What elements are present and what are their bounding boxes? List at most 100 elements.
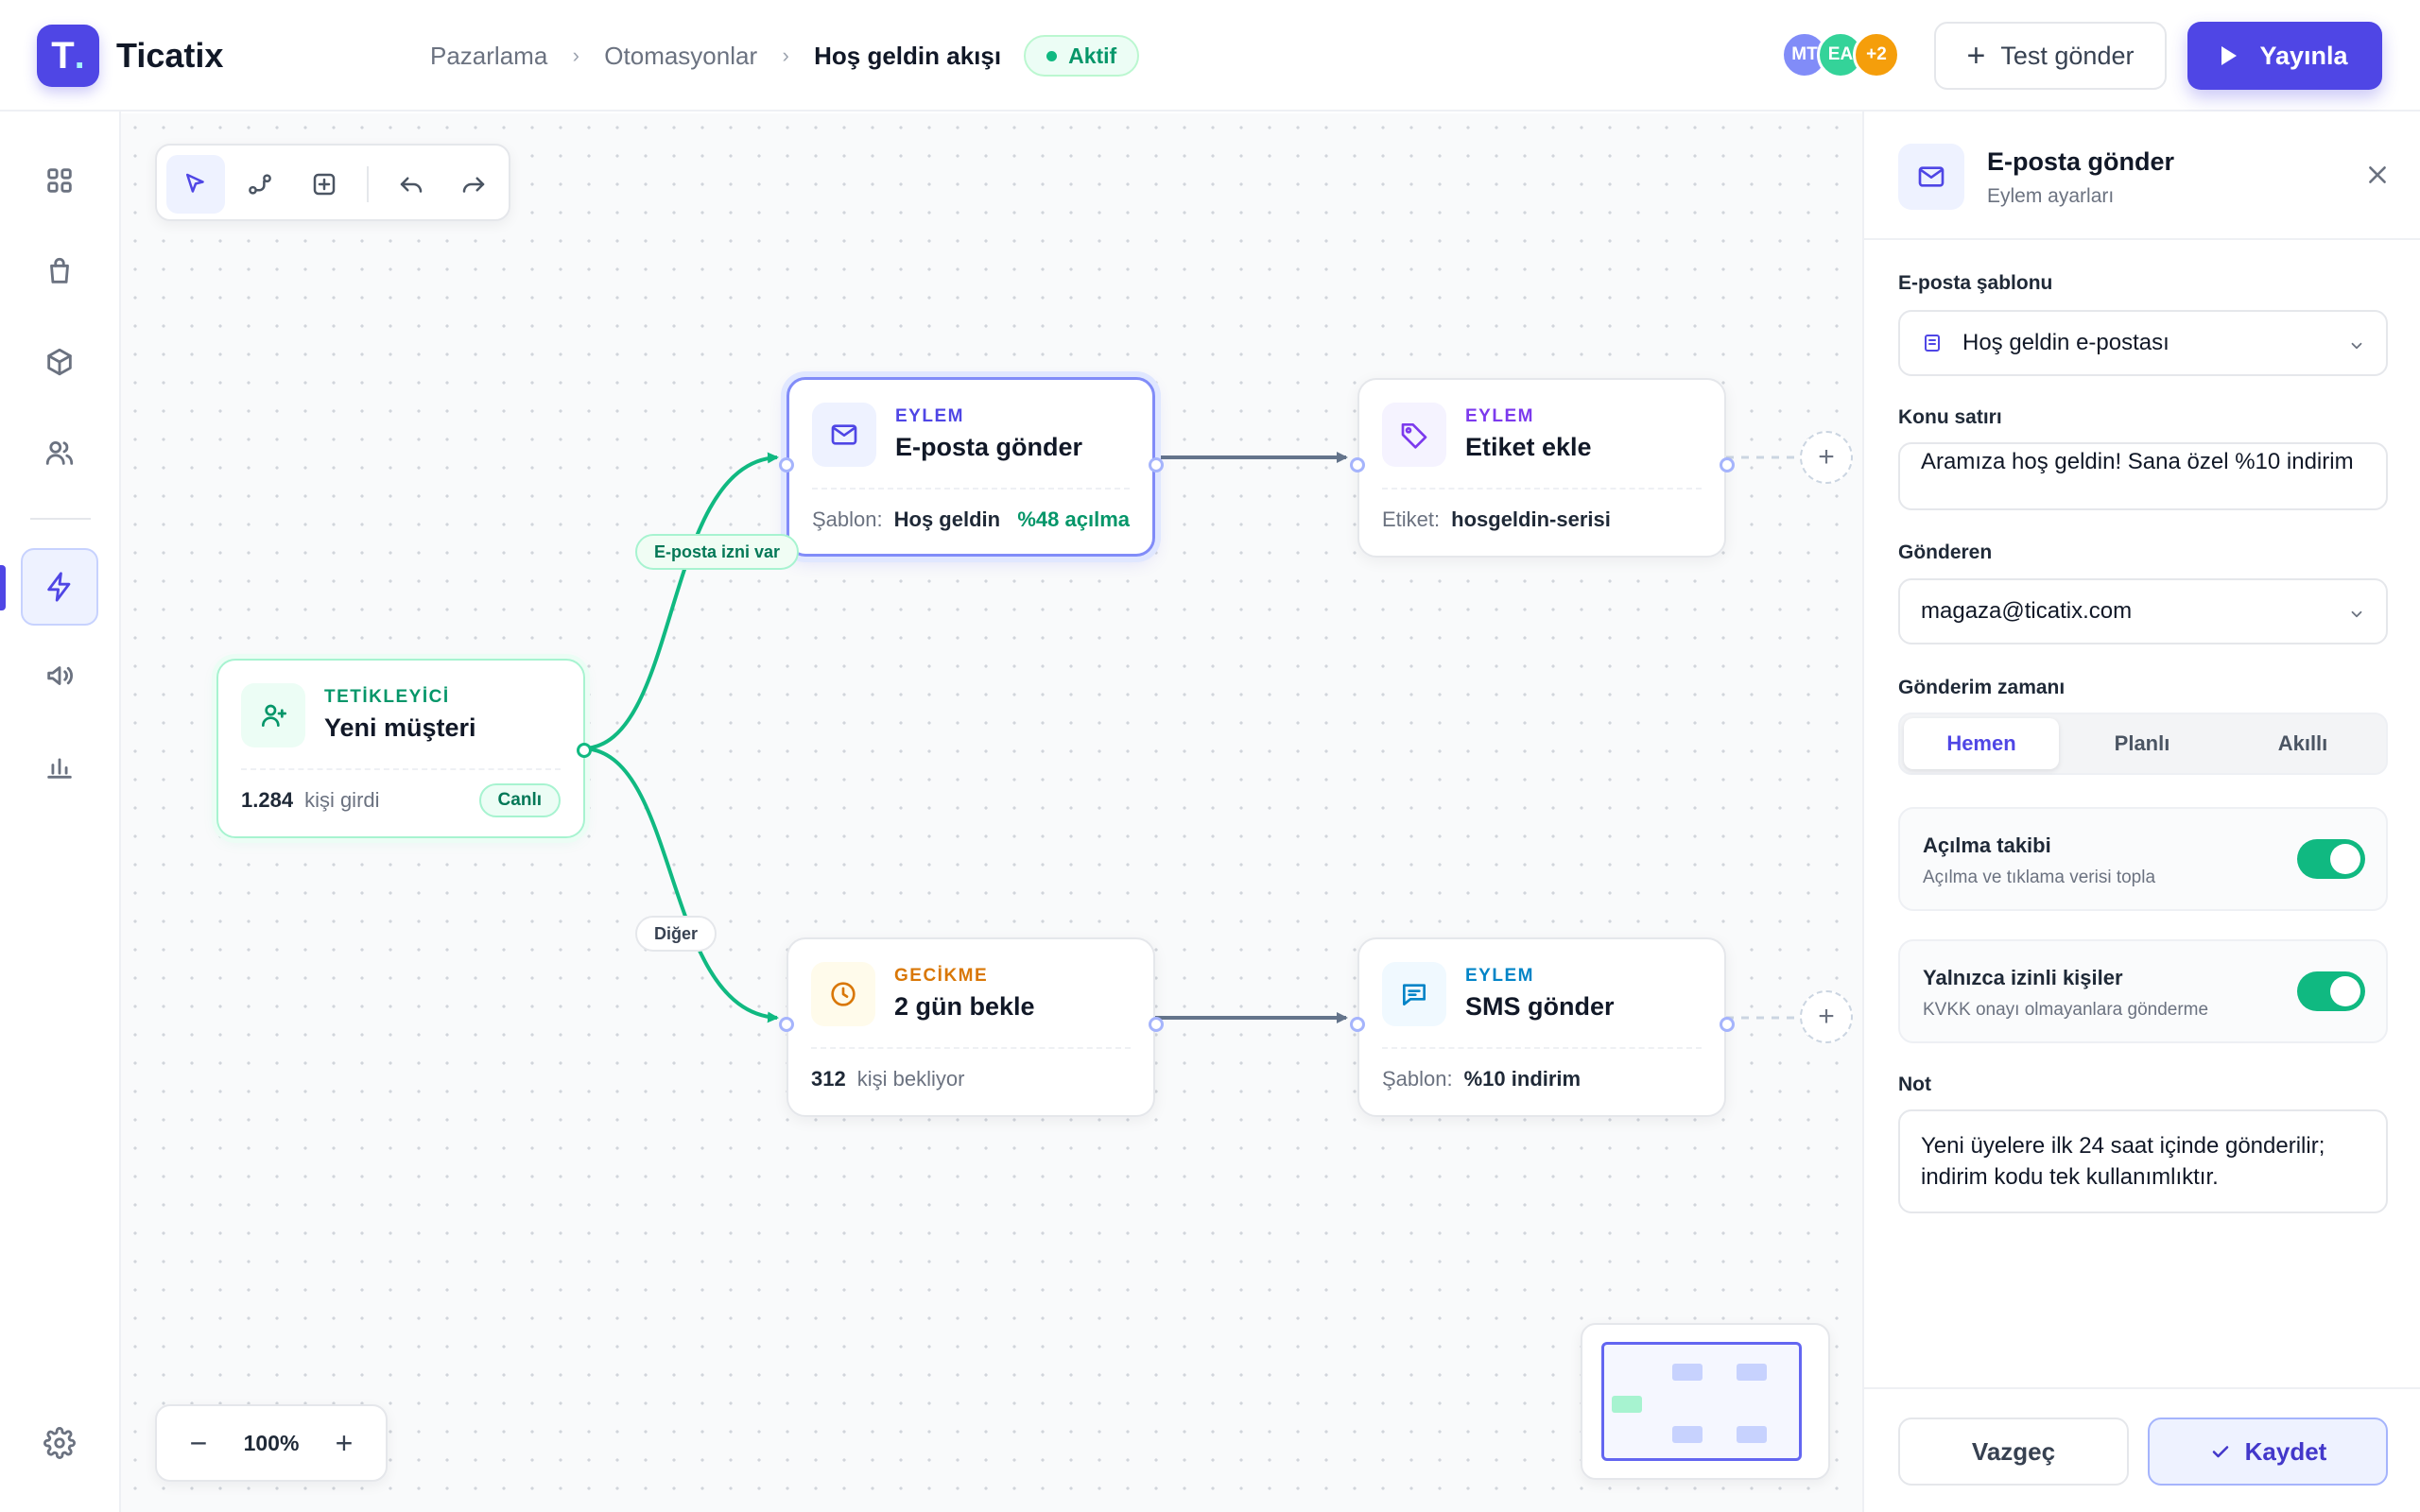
tag-action-node[interactable]: EYLEM Etiket ekle Etiket: hosgeldin-seri…	[1350, 378, 1735, 558]
breadcrumb-automations[interactable]: Otomasyonlar	[604, 42, 757, 71]
note-textarea[interactable]: Yeni üyelere ilk 24 saat içinde gönderil…	[1898, 1109, 2388, 1213]
sidebar-item-orders[interactable]	[21, 232, 98, 310]
tag-icon	[1382, 403, 1446, 467]
message-icon	[1382, 962, 1446, 1026]
node-footer: 1.284 kişi girdi Canlı	[241, 783, 561, 817]
connect-icon	[249, 174, 271, 195]
timing-option-smart[interactable]: Akıllı	[2225, 718, 2380, 769]
minimap-node	[1737, 1426, 1767, 1443]
timing-option-now[interactable]: Hemen	[1904, 718, 2059, 769]
sidebar-divider	[30, 518, 91, 520]
sidebar-item-dashboard[interactable]	[21, 142, 98, 219]
sms-action-node[interactable]: EYLEM SMS gönder Şablon: %10 indirim	[1350, 937, 1735, 1117]
add-node-tool[interactable]	[295, 155, 354, 214]
delay-node[interactable]: GECİKME 2 gün bekle 312 kişi bekliyor	[779, 937, 1164, 1117]
pointer-tool[interactable]	[166, 155, 225, 214]
subject-input[interactable]: Aramıza hoş geldin! Sana özel %10 indiri…	[1898, 442, 2388, 510]
edge-label-other[interactable]: Diğer	[635, 916, 717, 952]
connect-tool[interactable]	[231, 155, 289, 214]
sender-value: magaza@ticatix.com	[1921, 598, 2133, 624]
entered-count: 1.284	[241, 788, 294, 812]
chevron-down-icon	[2348, 335, 2365, 352]
node-divider	[241, 768, 561, 770]
output-port[interactable]	[1720, 457, 1735, 472]
template-select[interactable]: Hoş geldin e-postası	[1898, 310, 2388, 376]
close-icon	[2369, 166, 2386, 183]
node-divider	[1382, 1047, 1702, 1049]
test-send-button[interactable]: + Test gönder	[1934, 22, 2167, 90]
email-action-node[interactable]: EYLEM E-posta gönder Şablon: Hoş geldin …	[779, 377, 1164, 557]
trigger-node[interactable]: TETİKLEYİCİ Yeni müşteri 1.284 kişi gird…	[216, 659, 592, 838]
breadcrumb-marketing[interactable]: Pazarlama	[430, 42, 547, 71]
cancel-button[interactable]: Vazgeç	[1898, 1418, 2129, 1486]
shopping-bag-icon	[50, 257, 69, 284]
close-button[interactable]	[2360, 157, 2395, 193]
panel-header: E-posta gönder Eylem ayarları	[1864, 112, 2420, 240]
undo-button[interactable]	[382, 155, 441, 214]
plus-icon: +	[1818, 441, 1835, 472]
sidebar-item-campaigns[interactable]	[21, 637, 98, 714]
user-plus-icon	[241, 683, 305, 747]
input-port[interactable]	[1350, 457, 1365, 472]
node-type: TETİKLEYİCİ	[324, 687, 450, 707]
canvas-toolbar	[155, 144, 510, 221]
output-port[interactable]	[1149, 1017, 1164, 1032]
consent-only-toggle[interactable]	[2297, 971, 2365, 1011]
node-footer: 312 kişi bekliyor	[811, 1062, 1131, 1096]
sidebar-item-reports[interactable]	[21, 728, 98, 805]
sidebar-item-customers[interactable]	[21, 414, 98, 491]
minimap-node	[1612, 1396, 1642, 1413]
consent-only-card: Yalnızca izinli kişiler KVKK onayı olmay…	[1898, 939, 2388, 1043]
chevron-down-icon	[2348, 603, 2365, 620]
node-title: E-posta gönder	[895, 433, 1083, 461]
active-indicator	[0, 565, 6, 610]
output-port[interactable]	[1149, 457, 1164, 472]
toggle-title: Yalnızca izinli kişiler	[1923, 966, 2123, 989]
panel-subtitle: Eylem ayarları	[1987, 185, 2115, 207]
node-footer: Şablon: Hoş geldin %48 açılma	[812, 503, 1130, 537]
app-logo[interactable]: T.	[37, 25, 99, 87]
output-port[interactable]	[1720, 1017, 1735, 1032]
add-step-button[interactable]: +	[1800, 990, 1853, 1043]
sidebar-item-automations[interactable]	[21, 548, 98, 626]
save-button[interactable]: Kaydet	[2148, 1418, 2388, 1486]
avatar-more[interactable]: +2	[1853, 31, 1900, 78]
minimap[interactable]	[1581, 1323, 1830, 1480]
chevron-right-icon: ›	[782, 43, 789, 67]
input-port[interactable]	[1350, 1017, 1365, 1032]
timing-option-scheduled[interactable]: Planlı	[2065, 718, 2220, 769]
zoom-out-button[interactable]: −	[182, 1426, 216, 1460]
template-key: Şablon:	[1382, 1067, 1453, 1091]
node-title: Yeni müşteri	[324, 713, 476, 742]
app-name: Ticatix	[116, 36, 224, 75]
input-port[interactable]	[779, 457, 794, 472]
pointer-icon	[186, 173, 204, 193]
publish-button[interactable]: Yayınla	[2187, 22, 2382, 90]
minimap-node	[1737, 1364, 1767, 1381]
add-step-button[interactable]: +	[1800, 431, 1853, 484]
node-divider	[1382, 488, 1702, 490]
redo-button[interactable]	[444, 155, 503, 214]
edge-label-email-consent[interactable]: E-posta izni var	[635, 534, 800, 570]
toolbar-divider	[367, 166, 369, 202]
input-port[interactable]	[779, 1017, 794, 1032]
open-tracking-toggle[interactable]	[2297, 839, 2365, 879]
open-rate: %48 açılma	[1017, 507, 1130, 531]
status-badge: Aktif	[1024, 35, 1140, 77]
zoom-in-button[interactable]: +	[327, 1426, 361, 1460]
box-icon	[47, 348, 72, 376]
output-port[interactable]	[577, 743, 592, 758]
zoom-level: 100%	[243, 1430, 300, 1455]
minimap-viewport[interactable]	[1601, 1342, 1802, 1461]
sender-select[interactable]: magaza@ticatix.com	[1898, 578, 2388, 644]
sidebar-item-products[interactable]	[21, 323, 98, 401]
bar-chart-icon	[47, 758, 72, 779]
gear-icon	[43, 1427, 76, 1459]
collaborator-avatars[interactable]: MT EA +2	[1781, 31, 1900, 78]
template-value: Hoş geldin	[893, 507, 1001, 531]
panel-footer: Vazgeç Kaydet	[1864, 1387, 2420, 1512]
sidebar-item-settings[interactable]	[21, 1404, 98, 1482]
plus-icon: +	[1966, 37, 1986, 74]
top-header: T. Ticatix Pazarlama › Otomasyonlar › Ho…	[0, 0, 2420, 112]
toggle-subtitle: KVKK onayı olmayanlara gönderme	[1923, 1000, 2209, 1020]
